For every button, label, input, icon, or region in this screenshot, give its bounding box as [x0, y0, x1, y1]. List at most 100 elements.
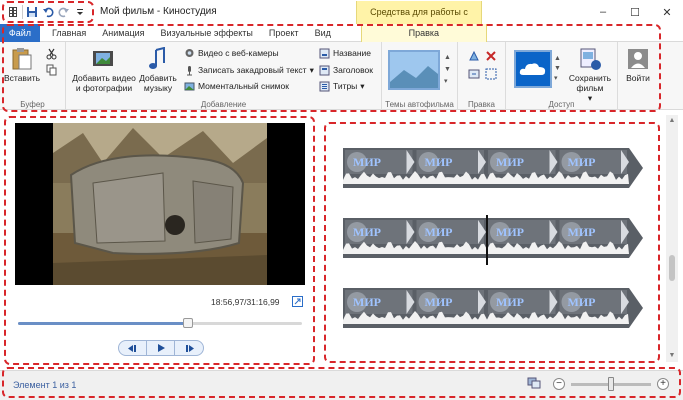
onedrive-icon — [519, 63, 546, 75]
clip-logo-text: МИР — [496, 225, 524, 239]
paste-button[interactable]: Вставить — [3, 47, 41, 83]
zoom-slider[interactable] — [571, 376, 651, 391]
app-icon[interactable] — [6, 5, 20, 19]
status-text: Элемент 1 из 1 — [13, 380, 77, 390]
signin-label: Войти — [626, 73, 650, 83]
video-preview[interactable] — [15, 123, 305, 285]
close-button[interactable]: ✕ — [651, 0, 683, 24]
next-frame-button[interactable] — [175, 341, 203, 355]
add-music-label: Добавить музыку — [139, 73, 177, 93]
title-bar: Мой фильм - Киностудия Средства для рабо… — [0, 0, 683, 40]
minimize-button[interactable]: – — [587, 0, 619, 24]
add-video-label: Добавить видео и фотографии — [72, 73, 136, 93]
seek-bar[interactable] — [18, 318, 302, 328]
clip-row[interactable]: МИР МИР МИР МИР — [343, 148, 643, 188]
tab-animation[interactable]: Анимация — [94, 24, 152, 42]
play-button[interactable] — [147, 341, 175, 355]
preview-panel: 18:56,97/31:16,99 — [5, 115, 315, 362]
rotate-icon[interactable] — [468, 50, 480, 64]
save-icon[interactable] — [25, 5, 39, 19]
maximize-button[interactable]: ☐ — [619, 0, 651, 24]
clip-logo-text: МИР — [353, 155, 381, 169]
tab-project[interactable]: Проект — [261, 24, 307, 42]
tab-home[interactable]: Главная — [40, 24, 94, 42]
seek-handle[interactable] — [183, 318, 194, 328]
snapshot-button[interactable]: Моментальный снимок — [184, 80, 289, 92]
clip-row[interactable]: МИР МИР МИР МИР — [343, 218, 643, 258]
storyboard-scrollbar[interactable]: ▲ ▼ — [666, 115, 678, 362]
tab-view[interactable]: Вид — [307, 24, 339, 42]
zoom-slider-handle[interactable] — [608, 376, 614, 391]
clip-logo-text: МИР — [353, 225, 381, 239]
zoom-in-button[interactable]: + — [657, 378, 669, 390]
group-adding: Добавить видео и фотографии Добавить муз… — [66, 42, 382, 110]
tab-file[interactable]: Файл — [0, 24, 40, 42]
save-movie-label: Сохранить фильм — [568, 73, 612, 93]
fullscreen-icon[interactable] — [292, 296, 303, 307]
add-music-button[interactable]: Добавить музыку — [138, 47, 178, 93]
group-share: ▲ ▼ ▾ Сохранить фильм ▾ Доступ — [506, 42, 618, 110]
status-bar: Элемент 1 из 1 − + — [0, 370, 683, 400]
credits-button[interactable]: Титры ▾ — [319, 80, 365, 92]
tab-edit[interactable]: Правка — [360, 24, 487, 42]
group-themes: ▲ ▼ ▾ Темы автофильма — [382, 42, 458, 110]
title-button[interactable]: Заголовок — [319, 64, 373, 76]
webcam-button[interactable]: Видео с веб-камеры — [184, 47, 279, 59]
copy-icon[interactable] — [46, 64, 57, 78]
cut-icon[interactable] — [46, 48, 57, 62]
onedrive-button[interactable] — [514, 50, 552, 88]
clip-logo-text: МИР — [568, 225, 596, 239]
snapshot-icon — [184, 82, 195, 90]
chevron-down-icon: ▾ — [360, 80, 365, 91]
trim-icon[interactable] — [468, 68, 480, 82]
group-label-edit: Правка — [467, 100, 496, 109]
clip-logo-text: МИР — [425, 155, 453, 169]
seek-progress — [18, 322, 189, 325]
scroll-up-icon[interactable]: ▲ — [666, 115, 678, 127]
quick-access-toolbar — [3, 2, 90, 22]
thumbnail-size-icon[interactable] — [527, 377, 541, 391]
narration-label: Записать закадровый текст — [198, 65, 307, 75]
theme-scroll-icon[interactable]: ▲ ▼ ▾ — [444, 52, 451, 88]
caption-icon — [319, 48, 330, 58]
zoom-controls: − + — [527, 376, 669, 391]
title-icon — [319, 65, 330, 75]
remove-icon[interactable] — [485, 50, 497, 64]
zoom-out-button[interactable]: − — [553, 378, 565, 390]
prev-frame-icon — [127, 344, 136, 352]
clip-strip: МИР МИР МИР МИР — [343, 218, 643, 258]
narration-button[interactable]: Записать закадровый текст ▾ — [184, 64, 314, 76]
redo-icon[interactable] — [57, 5, 71, 19]
select-all-icon[interactable] — [485, 68, 497, 82]
credits-icon — [319, 81, 330, 91]
group-label-themes: Темы автофильма — [385, 100, 454, 109]
window-controls: – ☐ ✕ — [587, 0, 683, 24]
signin-button[interactable]: Войти — [622, 47, 654, 83]
add-video-button[interactable]: Добавить видео и фотографии — [70, 47, 138, 93]
undo-icon[interactable] — [41, 5, 55, 19]
scroll-down-icon[interactable]: ▼ — [666, 350, 678, 362]
group-label-share: Доступ — [548, 100, 575, 109]
window-title: Мой фильм - Киностудия — [100, 6, 217, 17]
previous-frame-button[interactable] — [119, 341, 147, 355]
timecode: 18:56,97/31:16,99 — [211, 297, 280, 307]
video-frame — [53, 123, 267, 285]
tab-visual-effects[interactable]: Визуальные эффекты — [153, 24, 261, 42]
clip-logo-text: МИР — [353, 295, 381, 309]
playhead-cursor[interactable] — [486, 215, 488, 265]
theme-thumbnail[interactable] — [388, 50, 440, 90]
paste-label: Вставить — [3, 73, 41, 83]
customize-qat-icon[interactable] — [73, 5, 87, 19]
clip-logo-text: МИР — [568, 155, 596, 169]
dolmen-image — [53, 123, 267, 285]
save-movie-button[interactable]: Сохранить фильм ▾ — [566, 47, 614, 103]
scroll-thumb[interactable] — [669, 255, 675, 281]
caption-button[interactable]: Название — [319, 47, 371, 59]
caption-label: Название — [333, 48, 371, 58]
music-note-icon — [149, 47, 165, 69]
clip-row[interactable]: МИР МИР МИР МИР — [343, 288, 643, 328]
share-scroll-icon[interactable]: ▲ ▼ ▾ — [554, 54, 561, 84]
group-signin: Войти — [618, 42, 658, 110]
storyboard: МИР МИР МИР МИР МИР МИР МИР МИР МИР МИР МИР МИР — [328, 115, 664, 362]
webcam-icon — [185, 48, 194, 57]
